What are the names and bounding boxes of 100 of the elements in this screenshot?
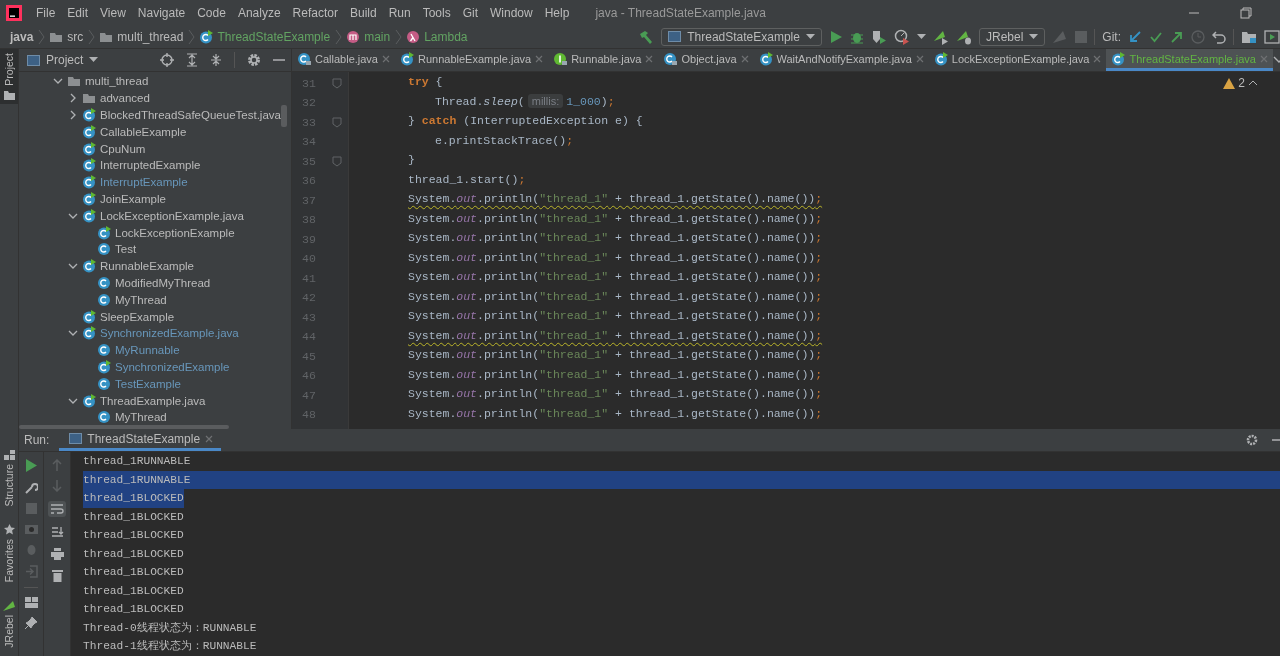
menu-item[interactable]: Edit [61,5,95,20]
run-tab[interactable]: ThreadStateExample [59,429,222,451]
layout-icon[interactable] [24,597,38,608]
close-icon[interactable] [915,54,924,63]
presentation-icon[interactable] [1264,29,1280,44]
rerun-icon[interactable] [25,459,37,472]
scrollbar[interactable] [281,105,287,127]
menu-item[interactable]: Code [191,5,232,20]
tool-window-tab[interactable]: Favorites [0,520,18,587]
close-icon[interactable] [740,54,749,63]
tree-item[interactable]: MyRunnable [115,344,180,357]
warning-icon[interactable] [1223,77,1236,89]
code-line: } catch (InterruptedException e) { [408,113,643,130]
tree-item[interactable]: BlockedThreadSafeQueueTest.java [100,109,281,121]
menu-item[interactable]: Run [382,5,417,20]
breadcrumb[interactable]: Lambda [424,29,468,44]
class-icon [933,51,948,66]
collapse-all-icon[interactable] [210,53,222,67]
code-line: System.out.println("thread_1" + thread_1.getState().name()); [408,191,823,208]
tree-item[interactable]: advanced [100,92,150,105]
editor-tab[interactable]: WaitAndNotifyExample.java [753,49,929,71]
tool-window-tab[interactable]: JRebel [0,596,18,652]
menu-item[interactable]: Refactor [286,5,344,20]
menu-item[interactable]: Window [484,5,539,20]
breadcrumb[interactable]: main [364,29,391,44]
chevron-up-icon[interactable] [1248,80,1258,86]
menu-item[interactable]: Build [343,5,383,20]
tool-window-tab[interactable]: Structure [0,445,18,511]
coverage-icon[interactable] [870,28,887,45]
project-view-dropdown[interactable]: Project [27,53,99,67]
app-logo-icon [6,4,22,21]
close-icon[interactable] [205,434,214,443]
breadcrumb[interactable]: src [67,29,84,44]
profiler-icon[interactable] [893,28,910,45]
tree-item[interactable]: LockExceptionExample.java [100,209,244,222]
folder-icon[interactable] [1241,29,1257,44]
scroll-to-end-icon[interactable] [50,526,64,539]
breadcrumb[interactable]: multi_thread [117,29,184,44]
undo-icon[interactable] [1212,29,1226,44]
close-icon[interactable] [382,54,390,63]
tree-item[interactable]: RunnableExample [100,260,194,273]
menu-item[interactable]: View [94,5,132,20]
problems-count[interactable]: 2 [1238,76,1245,90]
menu-item[interactable]: Navigate [131,5,192,20]
tree-item[interactable]: InterruptExample [100,176,188,189]
editor-tab[interactable]: LockExceptionExample.java [928,49,1107,71]
fold-marker-icon[interactable] [332,116,342,128]
tree-item[interactable]: JoinExample [100,192,166,205]
tree-item[interactable]: ModifiedMyThread [115,276,211,289]
editor-tab[interactable]: RunnableExample.java [395,49,549,71]
camera-icon[interactable] [24,523,38,534]
soft-wrap-icon[interactable] [48,501,66,517]
expand-all-icon[interactable] [186,53,198,67]
tree-item[interactable]: SleepExample [100,310,175,323]
push-arrow-icon[interactable] [1170,29,1184,44]
menu-item[interactable]: Tools [416,5,457,20]
menu-item[interactable]: Analyze [231,5,287,20]
tree-item[interactable]: CpuNum [100,142,146,155]
tree-item[interactable]: LockExceptionExample [115,226,235,239]
close-icon[interactable] [535,54,544,63]
update-arrow-icon[interactable] [1128,29,1142,44]
code-line: Thread.sleep( millis: 1_000); [435,93,615,111]
close-icon[interactable] [1093,54,1102,63]
menu-item[interactable]: Help [538,5,576,20]
restore-icon[interactable] [1240,6,1252,19]
close-icon[interactable] [645,54,654,63]
breadcrumb[interactable]: ThreadStateExample [217,29,331,44]
tree-item[interactable]: SynchronizedExample [115,360,230,373]
tree-item[interactable]: SynchronizedExample.java [100,327,239,340]
tree-item[interactable]: ThreadExample.java [100,394,206,407]
editor-tab[interactable]: ThreadStateExample.java [1106,49,1273,71]
run-configuration-dropdown[interactable]: ThreadStateExample [661,27,822,46]
fold-marker-icon[interactable] [332,77,342,89]
settings-icon[interactable] [247,53,261,67]
fold-marker-icon[interactable] [332,155,342,167]
pin-icon[interactable] [25,617,37,629]
hammer-icon[interactable] [638,28,655,45]
tree-item[interactable]: TestExample [115,377,181,390]
lambda-icon [406,29,421,44]
code-line: System.out.println("thread_1" + thread_1.getState().name()); [408,308,823,325]
tree-item[interactable]: CallableExample [100,125,187,138]
tool-window-tab[interactable]: Project [0,49,18,104]
tree-item[interactable]: InterruptedExample [100,159,201,172]
menu-item[interactable]: File [30,5,62,20]
tree-item[interactable]: MyThread [115,411,167,424]
tree-item[interactable]: Test [115,243,137,256]
jrebel-dropdown[interactable]: JRebel [978,27,1046,46]
print-icon[interactable] [50,548,64,560]
run-icon[interactable] [828,29,843,44]
editor-tab[interactable]: Callable.java [292,49,395,71]
tree-item[interactable]: MyThread [115,293,167,306]
locate-icon[interactable] [160,53,174,67]
tree-item[interactable]: multi_thread [85,75,149,88]
editor-tab[interactable]: Object.java [658,49,754,71]
breadcrumb[interactable]: java [10,29,34,44]
trash-icon[interactable] [51,569,63,582]
wrench-icon[interactable] [24,481,38,494]
editor-tab[interactable]: Runnable.java [548,49,659,71]
settings-icon[interactable] [1246,434,1258,446]
menu-item[interactable]: Git [456,5,484,20]
